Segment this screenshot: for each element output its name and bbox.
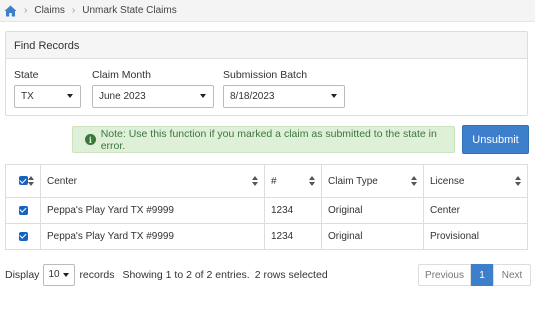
breadcrumb-separator: › [24, 5, 28, 16]
claim-month-label: Claim Month [92, 69, 151, 81]
license-cell: Center [423, 197, 528, 224]
select-all-checkbox[interactable] [18, 176, 28, 186]
column-label: License [430, 175, 465, 187]
submission-batch-select[interactable]: 8/18/2023 [223, 85, 345, 108]
pagination: Previous 1 Next [418, 264, 531, 286]
note-alert: i Note: Use this function if you marked … [72, 126, 455, 153]
claim-type-cell: Original [321, 197, 424, 224]
submission-batch-label: Submission Batch [223, 69, 308, 81]
center-cell: Peppa's Play Yard TX #9999 [40, 197, 265, 224]
page-1-button[interactable]: 1 [471, 264, 493, 286]
breadcrumb-separator: › [71, 5, 76, 16]
table-header-row: Center # Claim Type License [5, 164, 528, 198]
select-all-cell [5, 164, 41, 198]
state-label: State [14, 69, 39, 81]
center-cell: Peppa's Play Yard TX #9999 [40, 223, 265, 250]
page-length-value: 10 [48, 269, 60, 280]
chevron-down-icon [63, 273, 70, 277]
note-text: Note: Use this function if you marked a … [100, 127, 437, 152]
column-label: Claim Type [328, 175, 378, 187]
claim-month-value: June 2023 [99, 91, 146, 102]
claims-table: Center # Claim Type License Peppa's Play… [5, 164, 528, 250]
state-select[interactable]: TX [14, 85, 81, 108]
breadcrumb: › Claims › Unmark State Claims [0, 0, 535, 22]
info-circle-icon: i [85, 134, 96, 145]
number-cell: 1234 [264, 223, 322, 250]
row-select-cell [5, 223, 41, 250]
column-header-number[interactable]: # [264, 164, 322, 198]
number-cell: 1234 [264, 197, 322, 224]
unsubmit-button[interactable]: Unsubmit [462, 125, 529, 154]
display-label: Display [5, 269, 40, 281]
chevron-down-icon [200, 94, 206, 98]
column-header-claim-type[interactable]: Claim Type [321, 164, 424, 198]
column-label: Center [47, 175, 78, 187]
claim-month-select[interactable]: June 2023 [92, 85, 214, 108]
column-header-center[interactable]: Center [40, 164, 265, 198]
row-checkbox[interactable] [18, 205, 28, 215]
claim-type-cell: Original [321, 223, 424, 250]
home-icon[interactable] [3, 4, 17, 17]
sort-icon[interactable] [515, 176, 521, 186]
breadcrumb-claims[interactable]: Claims [34, 5, 65, 16]
selection-info: 2 rows selected [254, 269, 328, 281]
license-cell: Provisional [423, 223, 528, 250]
row-checkbox[interactable] [18, 231, 28, 241]
submission-batch-value: 8/18/2023 [230, 91, 275, 102]
table-footer: Display 10 records Showing 1 to 2 of 2 e… [5, 264, 328, 286]
chevron-down-icon [331, 94, 337, 98]
page-length-select[interactable]: 10 [43, 264, 76, 286]
row-select-cell [5, 197, 41, 224]
previous-page-button[interactable]: Previous [418, 264, 471, 286]
sort-icon[interactable] [309, 176, 315, 186]
find-records-panel: Find Records State TX Claim Month June 2… [5, 31, 528, 116]
records-label: records [79, 269, 115, 281]
table-row[interactable]: Peppa's Play Yard TX #9999 1234 Original… [5, 197, 528, 224]
panel-title: Find Records [6, 32, 527, 59]
state-value: TX [21, 91, 34, 102]
table-info: Showing 1 to 2 of 2 entries. [122, 269, 250, 281]
sort-icon[interactable] [252, 176, 258, 186]
sort-icon[interactable] [411, 176, 417, 186]
chevron-down-icon [67, 94, 73, 98]
sort-icon[interactable] [28, 176, 34, 186]
column-label: # [271, 175, 277, 187]
next-page-button[interactable]: Next [493, 264, 531, 286]
column-header-license[interactable]: License [423, 164, 528, 198]
table-row[interactable]: Peppa's Play Yard TX #9999 1234 Original… [5, 223, 528, 250]
breadcrumb-current: Unmark State Claims [82, 5, 177, 16]
